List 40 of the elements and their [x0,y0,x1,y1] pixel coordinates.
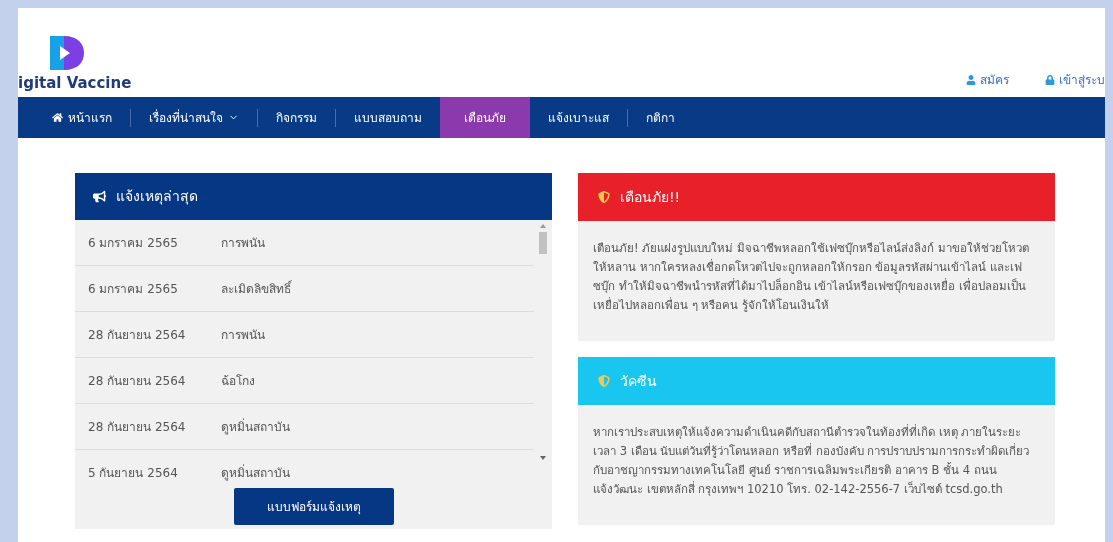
report-category: การพนัน [221,326,265,344]
scrollbar[interactable] [538,222,548,462]
report-category: ดูหมิ่นสถาบัน [221,417,290,436]
report-date: 28 กันยายน 2564 [88,418,187,436]
report-row[interactable]: 28 กันยายน 2564 ดูหมิ่นสถาบัน [75,404,534,450]
report-date: 6 มกราคม 2565 [88,234,179,252]
notice-text: เตือนภัย! ภัยแฝงรูปแบบใหม่ มิจฉาชีพหลอกใช้เฟซบุ๊กหรือไลน์ส่งลิงก์ มาขอให้ช่วยโหวตให้หลาน หากใครหลงเชื่อกดโหวตไปจะถูกหลอกให้กรอก ข้อมูลรหัสผ่านเข้าไลน์ และเฟซบุ๊ก ทำให้มิจฉาชีพนำรหัสที่ได้มาไปล็อกอิน เข้าไลน์หรือเฟซบุ๊กของเหยื่อ เพื่อปลอมเป็นเหยื่อไปหลอกเพื่อน ๆ หรือคน รู้จักให้โอนเงินให้ [592,240,1030,314]
report-row[interactable]: 28 กันยายน 2564 ฉ้อโกง [75,358,534,404]
logo-text: igital Vaccine [18,76,132,91]
header-link[interactable]: สมัคร [966,71,1009,89]
report-row[interactable]: 6 มกราคม 2565 การพนัน [75,220,534,266]
header-link[interactable]: เข้าสู่ระบ [1045,71,1105,89]
megaphone-icon [93,190,106,203]
panel-title: แจ้งเหตุล่าสุด [116,187,198,207]
notice-text: หากเราประสบเหตุให้แจ้งความดำเนินคดีกับสถานีตำรวจในท้องที่ที่เกิด เหตุ ภายในระยะเวลา 3 เดือน นับแต่วันที่รู้ว่าโดนหลอก หรือที่ กองบังคับ การปราบปรามการกระทำผิดเกี่ยวกับอาชญากรรมทางเทคโนโลยี ศูนย์ ราชการเฉลิมพระเกียรติ อาคาร B ชั้น 4 ถนนแจ้งวัฒนะ เขตหลักสี่ กรุงเทพฯ 10210 โทร. 02-142-2556-7 เว็บไซต์ tcsd.go.th [592,423,1031,498]
nav-tab[interactable]: แบบสอบถาม [336,97,440,138]
report-category: ละเมิดลิขสิทธิ์ [221,279,291,298]
report-row[interactable]: 28 กันยายน 2564 การพนัน [75,312,534,358]
nav-tab[interactable]: เรื่องที่น่าสนใจ [131,97,257,138]
shield-icon [598,191,610,203]
report-category: การพนัน [221,234,265,252]
report-form-button[interactable]: แบบฟอร์มแจ้งเหตุ [233,488,394,525]
nav-tab[interactable]: แจ้งเบาะแส [530,97,627,138]
shield-icon [598,375,610,387]
report-date: 28 กันยายน 2564 [88,372,187,390]
nav-tab[interactable]: กติกา [628,97,693,138]
notice-title: วัคซีน [620,371,657,391]
report-category: ดูหมิ่นสถาบัน [221,463,290,482]
report-date: 5 กันยายน 2564 [88,464,179,482]
nav-tab[interactable]: กิจกรรม [258,97,335,138]
notice-title: เตือนภัย!! [620,187,681,207]
home-icon [52,112,63,123]
nav-tab[interactable]: หน้าแรก [34,97,130,138]
report-category: ฉ้อโกง [221,372,255,390]
nav-tab[interactable]: เตือนภัย [440,97,530,138]
lock-icon [1045,75,1055,85]
report-date: 28 กันยายน 2564 [88,326,187,344]
report-row[interactable]: 6 มกราคม 2565 ละเมิดลิขสิทธิ์ [75,266,534,312]
report-date: 6 มกราคม 2565 [88,280,179,298]
user-icon [966,75,976,85]
